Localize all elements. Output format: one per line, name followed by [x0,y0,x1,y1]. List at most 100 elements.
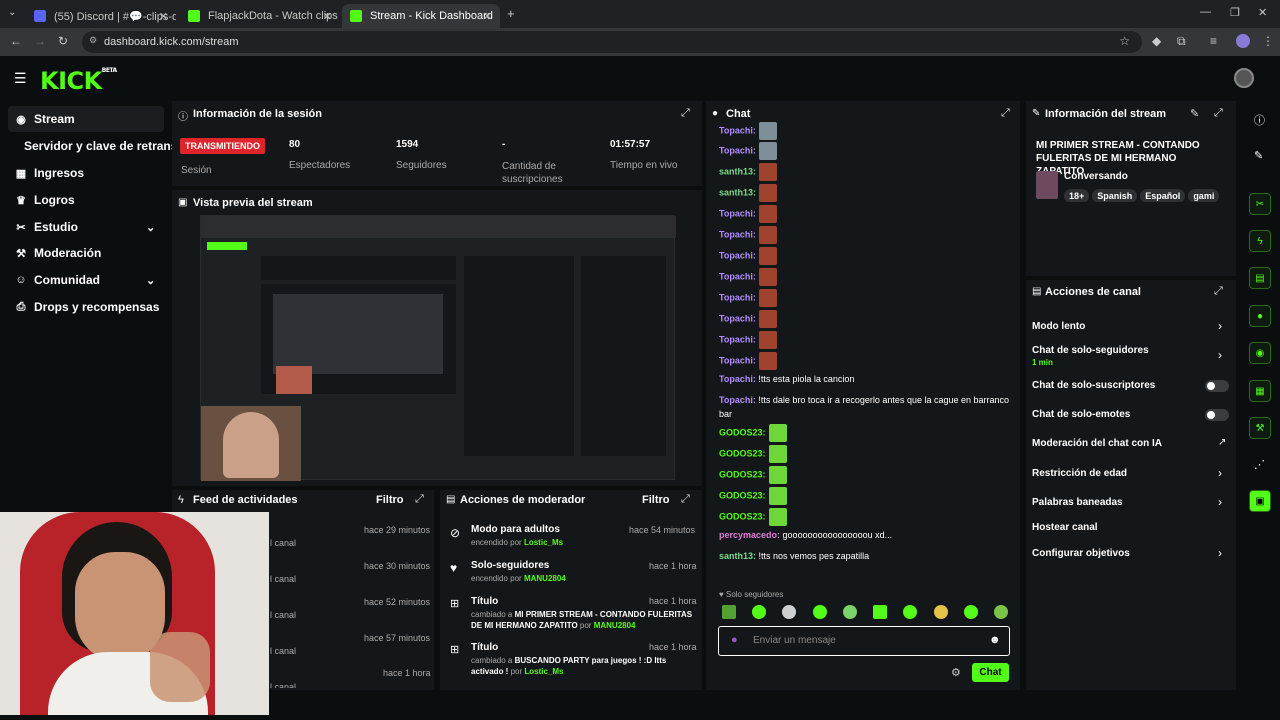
sidebar-item-ingresos[interactable]: ▦ Ingresos [8,160,164,186]
chat-username[interactable]: santh13: [719,187,756,197]
chat-username[interactable]: Topachi: [719,374,756,384]
back-icon[interactable]: ← [10,34,22,48]
emoji-icon[interactable]: ☻ [989,634,1001,646]
chat-send-button[interactable]: Chat [972,663,1009,682]
chat-username[interactable]: GODOS23: [719,427,766,437]
user-avatar[interactable] [1234,68,1254,88]
sidebar-item-stream[interactable]: ◉ Stream [8,106,164,132]
close-icon[interactable]: ✕ [323,10,332,23]
chevron-right-icon[interactable]: › [1218,348,1222,362]
clip-button[interactable]: ✂ [1249,193,1271,215]
broadcast-button[interactable]: ◉ [1249,342,1271,364]
chevron-right-icon[interactable]: › [1218,546,1222,560]
chat-username[interactable]: Topachi: [719,208,756,218]
hamburger-menu-icon[interactable]: ☰ [14,70,27,87]
chat-username[interactable]: santh13: [719,166,756,176]
bookmark-star-icon[interactable]: ☆ [1119,34,1130,48]
kick-logo[interactable]: KICKBETA [40,67,117,95]
sidebar-item-logros[interactable]: ♛ Logros [8,187,164,213]
chat-username[interactable]: Topachi: [719,313,756,323]
mod-filter-button[interactable]: Filtro [642,494,670,506]
chat-username[interactable]: GODOS23: [719,448,766,458]
chat-username[interactable]: Topachi: [719,125,756,135]
close-icon[interactable]: ✕ [159,10,168,23]
expand-icon[interactable]: ⤢ [681,493,690,506]
emote-icon[interactable] [842,605,857,619]
chat-username[interactable]: santh13: [719,551,756,561]
emote-icon[interactable] [993,605,1008,619]
maximize-icon[interactable]: ❐ [1230,6,1240,19]
action-age-restriction[interactable]: Restricción de edad [1032,468,1127,479]
profile-avatar[interactable] [1236,34,1250,48]
chat-username[interactable]: percymacedo: [719,530,780,540]
close-icon[interactable]: ✕ [483,10,492,23]
emote-icon[interactable] [782,605,797,619]
minimize-icon[interactable]: — [1200,6,1211,18]
sidebar-item-estudio[interactable]: ✂ Estudio ⌄ [8,214,164,240]
chat-username[interactable]: GODOS23: [719,469,766,479]
expand-icon[interactable]: ⤢ [1214,107,1223,120]
media-icon[interactable]: ≡ [1210,34,1217,48]
edit-icon[interactable]: ✎ [1190,107,1199,120]
expand-icon[interactable]: ⤢ [681,107,690,120]
menu-dots-icon[interactable]: ⋮ [1262,34,1274,48]
external-link-icon[interactable]: ↗ [1218,437,1226,448]
emote-icon[interactable] [812,605,827,619]
emote-icon[interactable] [752,605,767,619]
extension-icon[interactable]: ◆ [1152,34,1161,48]
site-info-icon[interactable]: ⚙ [89,35,97,46]
chat-username[interactable]: Topachi: [719,145,756,155]
share-icon[interactable]: ⋰ [1254,458,1265,471]
tab-flapjack[interactable]: FlapjackDota - Watch clips on Kick ✕ [180,4,340,28]
emote-icon[interactable] [722,605,736,619]
chat-username[interactable]: Topachi: [719,271,756,281]
expand-icon[interactable]: ⤢ [1214,285,1223,298]
info-circle-icon[interactable]: ⓘ [1254,112,1265,128]
emote-icon[interactable] [933,605,948,619]
sidebar-item-moderacion[interactable]: ⚒ Moderación [8,240,164,266]
sidebar-item-server-key[interactable]: Servidor y clave de retransm [18,133,178,159]
tag[interactable]: Español [1140,189,1186,202]
clapper-button[interactable]: ▣ [1249,490,1271,512]
action-ai-moderation[interactable]: Moderación del chat con IA [1032,438,1162,449]
chat-username[interactable]: Topachi: [719,229,756,239]
chat-username[interactable]: Topachi: [719,355,756,365]
subscribers-only-toggle[interactable] [1205,380,1229,392]
tag[interactable]: 18+ [1064,189,1090,202]
chevron-right-icon[interactable]: › [1218,319,1222,333]
tab-discord[interactable]: (55) Discord | #💬-clips-de-n ✕ [26,4,176,28]
forward-icon[interactable]: → [34,34,46,48]
puzzle-icon[interactable]: ⧉ [1177,34,1186,49]
tools-button[interactable]: ⚒ [1249,417,1271,439]
chat-username[interactable]: Topachi: [719,334,756,344]
lightning-button[interactable]: ϟ [1249,230,1271,252]
chevron-right-icon[interactable]: › [1218,495,1222,509]
new-tab-icon[interactable]: + [507,6,515,21]
action-goals[interactable]: Configurar objetivos [1032,548,1130,559]
tab-list-icon[interactable]: ⌄ [8,7,16,18]
emote-icon[interactable] [903,605,918,619]
action-followers-only[interactable]: Chat de solo-seguidores [1032,345,1149,356]
action-banned-words[interactable]: Palabras baneadas [1032,497,1123,508]
notes-button[interactable]: ▤ [1249,267,1271,289]
tag[interactable]: Spanish [1092,189,1138,202]
settings-gear-icon[interactable]: ⚙ [951,666,961,679]
stream-preview-video[interactable] [200,215,676,481]
chat-username[interactable]: GODOS23: [719,511,766,521]
emotes-only-toggle[interactable] [1205,409,1229,421]
window-close-icon[interactable]: ✕ [1258,6,1267,19]
expand-icon[interactable]: ⤢ [1001,107,1010,120]
reload-icon[interactable]: ↻ [58,34,68,48]
layout-button[interactable]: ▦ [1249,380,1271,402]
chat-username[interactable]: Topachi: [719,250,756,260]
emote-icon[interactable] [963,605,978,619]
tab-kick-dashboard[interactable]: Stream - Kick Dashboard ✕ [342,4,500,28]
chat-input[interactable]: ● Enviar un mensaje ☻ [718,626,1010,656]
action-host-channel[interactable]: Hostear canal [1032,522,1098,533]
expand-icon[interactable]: ⤢ [415,493,424,506]
activity-filter-button[interactable]: Filtro [376,494,404,506]
chat-button[interactable]: ● [1249,305,1271,327]
chat-username[interactable]: GODOS23: [719,490,766,500]
sidebar-item-drops[interactable]: ⎙ Drops y recompensas [8,294,164,320]
mic-icon[interactable]: ● [731,634,738,646]
